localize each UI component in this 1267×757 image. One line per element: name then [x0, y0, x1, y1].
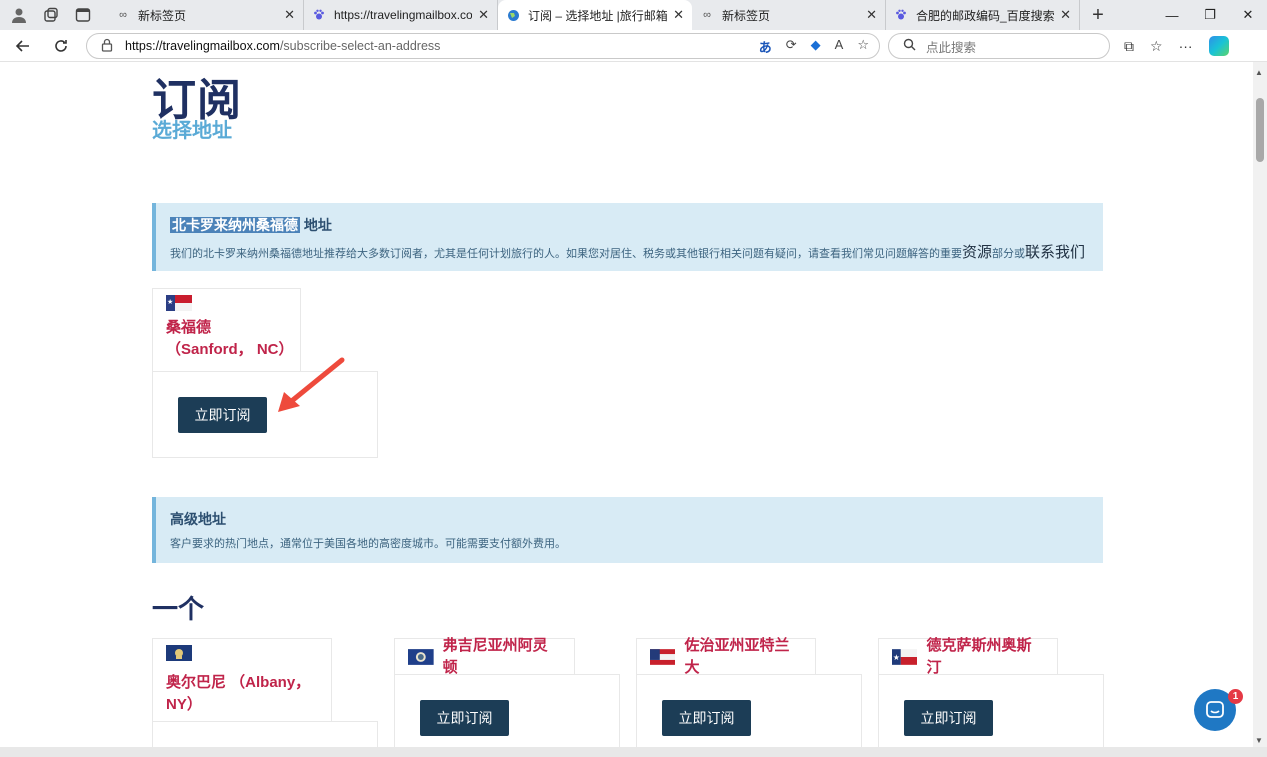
page-subtitle: 选择地址 — [152, 120, 232, 142]
ga-flag-icon — [650, 648, 676, 665]
search-icon — [903, 38, 916, 54]
restore-icon[interactable]: ❐ — [1191, 0, 1229, 30]
url-bar[interactable]: https://travelingmailbox.com/subscribe-s… — [86, 33, 880, 59]
more-menu-icon[interactable]: ··· — [1179, 38, 1193, 54]
address-toolbar: https://travelingmailbox.com/subscribe-s… — [0, 30, 1267, 62]
svg-text:★: ★ — [893, 652, 900, 661]
infinity-icon: ∞ — [119, 9, 127, 21]
copilot-icon[interactable] — [1208, 36, 1229, 56]
austin-card-label: ★ 德克萨斯州奥斯汀 — [878, 637, 1058, 676]
url-host: https://travelingmailbox.com — [125, 39, 280, 53]
atlanta-subscribe-button[interactable]: 立即订阅 — [662, 700, 751, 736]
atlanta-card-body: 立即订阅 — [636, 674, 862, 747]
albany-card-label: 奥尔巴尼 （Albany， NY） — [152, 638, 332, 721]
tab-newtab-1[interactable]: ∞ 新标签页 ✕ — [108, 0, 304, 30]
infinity-icon: ∞ — [703, 9, 711, 21]
resources-link[interactable]: 资源 — [962, 244, 992, 261]
annotation-arrow-icon — [278, 357, 345, 412]
tab-title: 订阅 – 选择地址 |旅行邮箱 — [528, 8, 668, 23]
window-controls: — ❐ ✕ — [1153, 0, 1267, 30]
page-content: 订阅 选择地址 北卡罗来纳州桑福德 地址 我们的北卡罗来纳州桑福德地址推荐给大多… — [0, 62, 1253, 747]
austin-subscribe-button[interactable]: 立即订阅 — [904, 700, 993, 736]
sanford-state: （Sanford， NC） — [166, 341, 294, 358]
close-tab-icon[interactable]: ✕ — [673, 7, 684, 23]
tab-title: https://travelingmailbox.com/re — [334, 8, 473, 22]
chat-unread-badge: 1 — [1228, 689, 1243, 704]
vertical-tabs-icon[interactable] — [74, 6, 92, 24]
premium-banner-title: 高级地址 — [170, 511, 226, 527]
tab-baidu-search[interactable]: 合肥的邮政编码_百度搜索 ✕ — [886, 0, 1080, 30]
lock-icon[interactable] — [101, 38, 113, 55]
atlanta-city: 佐治亚州亚特兰大 — [684, 636, 790, 676]
close-tab-icon[interactable]: ✕ — [284, 7, 295, 23]
albany-state: NY） — [166, 696, 202, 713]
premium-address-banner: 高级地址 客户要求的热门地点，通常位于美国各地的高密度城市。可能需要支付额外费用… — [152, 497, 1103, 563]
nc-banner-desc-text: 我们的北卡罗来纳州桑福德地址推荐给大多数订阅者，尤其是任何计划旅行的人。如果您对… — [170, 248, 962, 260]
coupon-tag-icon[interactable]: ◆ — [811, 37, 821, 56]
ny-flag-icon — [166, 645, 192, 661]
site-globe-icon — [506, 8, 520, 22]
back-arrow-icon[interactable] — [8, 31, 38, 61]
close-window-icon[interactable]: ✕ — [1229, 0, 1267, 30]
extensions-icon[interactable]: ⧉ — [1124, 38, 1134, 55]
sanford-city: 桑福德 — [166, 319, 212, 336]
scrollbar-thumb[interactable] — [1256, 98, 1264, 162]
nc-address-banner: 北卡罗来纳州桑福德 地址 我们的北卡罗来纳州桑福德地址推荐给大多数订阅者，尤其是… — [152, 203, 1103, 271]
scroll-up-icon[interactable]: ▲ — [1255, 68, 1263, 77]
austin-city: 德克萨斯州奥斯汀 — [926, 636, 1032, 676]
page-scrollbar[interactable]: ▲ ▼ — [1253, 62, 1267, 747]
arlington-card-label: 弗吉尼亚州阿灵顿 — [394, 637, 575, 676]
profile-icon[interactable] — [10, 6, 28, 24]
new-tab-button[interactable]: + — [1084, 0, 1112, 30]
nc-banner-part-or: 部分或 — [992, 248, 1026, 260]
group-heading: 一个 — [152, 594, 205, 624]
arlington-subscribe-button[interactable]: 立即订阅 — [420, 700, 509, 736]
tab-travelingmailbox-re[interactable]: https://travelingmailbox.com/re ✕ — [304, 0, 498, 30]
baidu-paw-icon — [894, 8, 908, 22]
arlington-card-body: 立即订阅 — [394, 674, 620, 747]
nc-flag-icon: ★ — [166, 295, 192, 311]
va-flag-icon — [408, 648, 434, 665]
albany-card-body — [152, 721, 378, 747]
atlanta-card-label: 佐治亚州亚特兰大 — [636, 637, 816, 676]
austin-card-body: 立即订阅 — [878, 674, 1104, 747]
tracking-icon[interactable]: ⟳ — [786, 37, 797, 56]
favorites-icon[interactable]: ☆ — [1150, 38, 1163, 55]
chat-bubble-icon — [1206, 701, 1224, 718]
scroll-down-icon[interactable]: ▼ — [1255, 736, 1263, 745]
tab-subscribe-active[interactable]: 订阅 – 选择地址 |旅行邮箱 ✕ — [498, 0, 692, 30]
refresh-icon[interactable] — [46, 31, 76, 61]
search-input[interactable]: 点此搜索 — [888, 33, 1110, 59]
arlington-city: 弗吉尼亚州阿灵顿 — [442, 636, 548, 676]
search-placeholder: 点此搜索 — [926, 40, 977, 55]
albany-city: 奥尔巴尼 （Albany， — [166, 674, 311, 691]
close-tab-icon[interactable]: ✕ — [1060, 7, 1071, 23]
nc-banner-title-highlight: 北卡罗来纳州桑福德 — [170, 217, 300, 233]
favorite-star-icon[interactable]: ☆ — [857, 37, 869, 56]
status-bar — [0, 747, 1267, 757]
nc-banner-title: 北卡罗来纳州桑福德 地址 — [170, 215, 1089, 235]
translate-icon[interactable]: あ — [759, 37, 772, 56]
premium-banner-desc: 客户要求的热门地点，通常位于美国各地的高密度城市。可能需要支付额外费用。 — [170, 538, 566, 550]
sanford-subscribe-button[interactable]: 立即订阅 — [178, 397, 267, 433]
tab-title: 新标签页 — [722, 8, 771, 23]
nc-banner-title-rest: 地址 — [300, 217, 332, 233]
nc-banner-desc: 我们的北卡罗来纳州桑福德地址推荐给大多数订阅者，尤其是任何计划旅行的人。如果您对… — [170, 241, 1089, 262]
read-aloud-icon[interactable]: A — [835, 37, 844, 56]
tab-bar: ∞ 新标签页 ✕ https://travelingmailbox.com/re… — [0, 0, 1267, 30]
contact-us-link[interactable]: 联系我们 — [1025, 244, 1085, 261]
close-tab-icon[interactable]: ✕ — [866, 7, 877, 23]
tab-title: 新标签页 — [138, 8, 187, 23]
url-path: /subscribe-select-an-address — [279, 39, 441, 53]
baidu-paw-icon — [312, 8, 326, 22]
tx-flag-icon: ★ — [892, 648, 918, 665]
tab-title: 合肥的邮政编码_百度搜索 — [916, 8, 1055, 23]
collections-icon[interactable] — [42, 6, 60, 24]
close-tab-icon[interactable]: ✕ — [478, 7, 489, 23]
tab-newtab-2[interactable]: ∞ 新标签页 ✕ — [692, 0, 886, 30]
minimize-icon[interactable]: — — [1153, 0, 1191, 30]
